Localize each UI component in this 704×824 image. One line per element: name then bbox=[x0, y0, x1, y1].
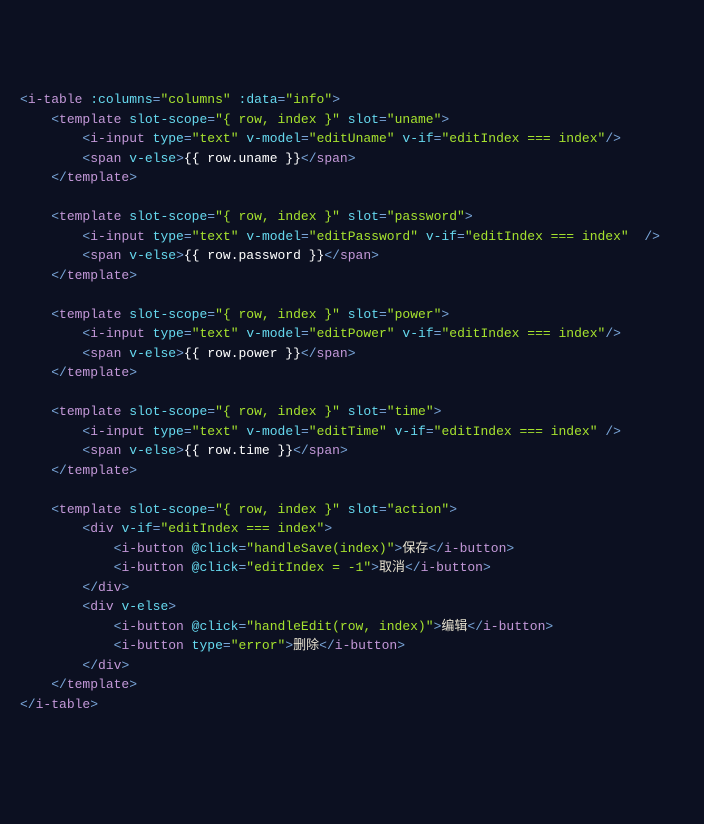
code-line: </template> bbox=[20, 363, 684, 383]
code-line: <span v-else>{{ row.power }}</span> bbox=[20, 344, 684, 364]
code-line: <i-input type="text" v-model="editTime" … bbox=[20, 422, 684, 442]
code-line: <i-button @click="handleSave(index)">保存<… bbox=[20, 539, 684, 559]
code-line: <i-button type="error">删除</i-button> bbox=[20, 636, 684, 656]
code-line: </template> bbox=[20, 168, 684, 188]
code-line: </div> bbox=[20, 656, 684, 676]
code-line: <span v-else>{{ row.uname }}</span> bbox=[20, 149, 684, 169]
code-line: </template> bbox=[20, 461, 684, 481]
code-line: <div v-else> bbox=[20, 597, 684, 617]
code-line: <i-input type="text" v-model="editPower"… bbox=[20, 324, 684, 344]
code-line bbox=[20, 188, 684, 208]
code-editor[interactable]: <i-table :columns="columns" :data="info"… bbox=[20, 90, 684, 714]
code-line: <template slot-scope="{ row, index }" sl… bbox=[20, 207, 684, 227]
code-line: <i-button @click="handleEdit(row, index)… bbox=[20, 617, 684, 637]
code-line: <template slot-scope="{ row, index }" sl… bbox=[20, 305, 684, 325]
code-line: <span v-else>{{ row.password }}</span> bbox=[20, 246, 684, 266]
code-line: <i-input type="text" v-model="editPasswo… bbox=[20, 227, 684, 247]
code-line bbox=[20, 383, 684, 403]
code-line: <template slot-scope="{ row, index }" sl… bbox=[20, 110, 684, 130]
code-line: </template> bbox=[20, 675, 684, 695]
code-line: <template slot-scope="{ row, index }" sl… bbox=[20, 402, 684, 422]
code-line bbox=[20, 285, 684, 305]
code-line: <div v-if="editIndex === index"> bbox=[20, 519, 684, 539]
code-line bbox=[20, 480, 684, 500]
code-line: </div> bbox=[20, 578, 684, 598]
code-line: <i-input type="text" v-model="editUname"… bbox=[20, 129, 684, 149]
code-line: <i-table :columns="columns" :data="info"… bbox=[20, 90, 684, 110]
code-line: <span v-else>{{ row.time }}</span> bbox=[20, 441, 684, 461]
code-line: </i-table> bbox=[20, 695, 684, 715]
code-line: <template slot-scope="{ row, index }" sl… bbox=[20, 500, 684, 520]
code-line: </template> bbox=[20, 266, 684, 286]
code-line: <i-button @click="editIndex = -1">取消</i-… bbox=[20, 558, 684, 578]
